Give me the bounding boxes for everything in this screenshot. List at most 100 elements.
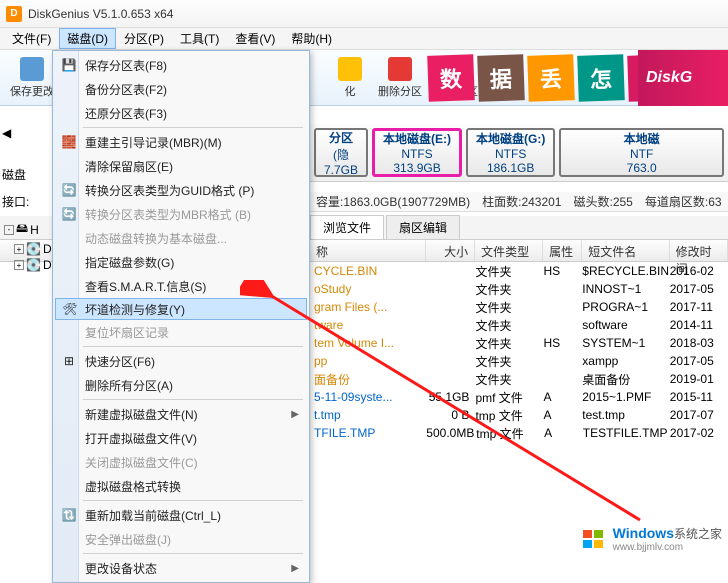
col-short[interactable]: 短文件名 bbox=[582, 240, 669, 261]
titlebar: D DiskGenius V5.1.0.653 x64 bbox=[0, 0, 728, 28]
toolbar-format[interactable]: 化 bbox=[328, 55, 372, 101]
menu-item-icon bbox=[61, 377, 77, 393]
menu-item: 安全弹出磁盘(J) bbox=[55, 527, 307, 551]
menu-item-label: 更改设备状态 bbox=[85, 560, 157, 577]
menu-item-icon bbox=[61, 81, 77, 97]
menu-item: 关闭虚拟磁盘文件(C) bbox=[55, 450, 307, 474]
menu-item[interactable]: 更改设备状态 ▶ bbox=[55, 556, 307, 580]
menu-item-label: 动态磁盘转换为基本磁盘... bbox=[85, 230, 227, 247]
menu-item-icon: 💾 bbox=[61, 57, 77, 73]
menu-view[interactable]: 查看(V) bbox=[227, 28, 283, 49]
menu-item-label: 复位坏扇区记录 bbox=[85, 324, 169, 341]
col-attr[interactable]: 属性 bbox=[543, 240, 582, 261]
menu-item-label: 查看S.M.A.R.T.信息(S) bbox=[85, 278, 206, 295]
partition-hidden[interactable]: 分区 (隐 7.7GB bbox=[314, 128, 368, 177]
menu-item-icon bbox=[61, 158, 77, 174]
tree-d1[interactable]: +💽 D bbox=[4, 241, 56, 257]
col-time[interactable]: 修改时间 bbox=[670, 240, 728, 261]
partition-e[interactable]: 本地磁盘(E:) NTFS 313.9GB bbox=[372, 128, 462, 177]
menu-item-icon: 🔄 bbox=[61, 182, 77, 198]
tree-d2[interactable]: +💽 D bbox=[4, 257, 56, 273]
menu-item-label: 删除所有分区(A) bbox=[85, 377, 173, 394]
menu-item[interactable]: 虚拟磁盘格式转换 bbox=[55, 474, 307, 498]
toolbar-delete-partition[interactable]: 删除分区 bbox=[372, 55, 428, 101]
file-row[interactable]: CYCLE.BIN文件夹HS$RECYCLE.BIN2016-02 bbox=[310, 262, 728, 280]
menu-item[interactable]: 新建虚拟磁盘文件(N) ▶ bbox=[55, 402, 307, 426]
menu-item-label: 转换分区表类型为GUID格式 (P) bbox=[85, 182, 254, 199]
menu-item-label: 保存分区表(F8) bbox=[85, 57, 167, 74]
file-list: CYCLE.BIN文件夹HS$RECYCLE.BIN2016-02oStudy文… bbox=[310, 262, 728, 557]
menu-disk[interactable]: 磁盘(D) bbox=[59, 28, 116, 49]
menu-file[interactable]: 文件(F) bbox=[4, 28, 59, 49]
menu-item-icon: 🔄 bbox=[61, 206, 77, 222]
menu-item[interactable]: 🔄 转换分区表类型为GUID格式 (P) bbox=[55, 178, 307, 202]
submenu-arrow-icon: ▶ bbox=[291, 409, 299, 420]
tree-root[interactable]: -🖴 H bbox=[4, 218, 56, 241]
file-row[interactable]: pp文件夹xampp2017-05 bbox=[310, 352, 728, 370]
partition-bar: 分区 (隐 7.7GB 本地磁盘(E:) NTFS 313.9GB 本地磁盘(G… bbox=[310, 124, 728, 182]
menu-item-label: 坏道检测与修复(Y) bbox=[85, 301, 185, 318]
menu-item-icon: ⊞ bbox=[61, 353, 77, 369]
menu-item[interactable]: 还原分区表(F3) bbox=[55, 101, 307, 125]
scroll-left-icon[interactable]: ◀ bbox=[2, 126, 54, 140]
menu-item-icon: 🔃 bbox=[61, 507, 77, 523]
menu-item[interactable]: 指定磁盘参数(G) bbox=[55, 250, 307, 274]
menu-item[interactable]: 备份分区表(F2) bbox=[55, 77, 307, 101]
disk-menu: 💾 保存分区表(F8) 备份分区表(F2) 还原分区表(F3) 🧱 重建主引导记录(MBR… bbox=[52, 50, 310, 583]
tab-sector[interactable]: 扇区编辑 bbox=[386, 215, 460, 239]
left-gutter: ◀ 磁盘 接口: bbox=[0, 106, 56, 216]
delete-icon bbox=[388, 57, 412, 81]
window-title: DiskGenius V5.1.0.653 x64 bbox=[28, 7, 173, 21]
menu-item-icon bbox=[61, 560, 77, 576]
menu-item-icon: 🧱 bbox=[61, 134, 77, 150]
menu-item-icon bbox=[61, 278, 77, 294]
menu-item-label: 打开虚拟磁盘文件(V) bbox=[85, 430, 197, 447]
menu-item-icon bbox=[61, 105, 77, 121]
menu-item[interactable]: 删除所有分区(A) bbox=[55, 373, 307, 397]
submenu-arrow-icon: ▶ bbox=[291, 563, 299, 574]
watermark: Windows系统之家 www.bjjmlv.com bbox=[579, 525, 722, 553]
menubar: 文件(F) 磁盘(D) 分区(P) 工具(T) 查看(V) 帮助(H) bbox=[0, 28, 728, 50]
menu-item-icon bbox=[61, 230, 77, 246]
menu-item: 动态磁盘转换为基本磁盘... bbox=[55, 226, 307, 250]
col-type[interactable]: 文件类型 bbox=[475, 240, 543, 261]
disk-info: 容量:1863.0GB(1907729MB) 柱面数:243201 磁头数:25… bbox=[310, 192, 728, 212]
col-size[interactable]: 大小 bbox=[426, 240, 475, 261]
menu-help[interactable]: 帮助(H) bbox=[283, 28, 340, 49]
menu-item[interactable]: 🔃重新加载当前磁盘(Ctrl_L) bbox=[55, 503, 307, 527]
tab-browse[interactable]: 浏览文件 bbox=[310, 215, 384, 239]
menu-item-label: 备份分区表(F2) bbox=[85, 81, 167, 98]
menu-item[interactable]: 打开虚拟磁盘文件(V) bbox=[55, 426, 307, 450]
menu-item[interactable]: 清除保留扇区(E) bbox=[55, 154, 307, 178]
menu-item[interactable]: 💾 保存分区表(F8) bbox=[55, 53, 307, 77]
file-row[interactable]: tware文件夹software2014-11 bbox=[310, 316, 728, 334]
menu-item-label: 重建主引导记录(MBR)(M) bbox=[85, 134, 222, 151]
file-row[interactable]: 5-11-09syste...55.1GBpmf 文件A2015~1.PMF20… bbox=[310, 388, 728, 406]
menu-item: 复位坏扇区记录 bbox=[55, 320, 307, 344]
tree: -🖴 H +💽 D +💽 D bbox=[4, 218, 56, 273]
file-row[interactable]: oStudy文件夹INNOST~12017-05 bbox=[310, 280, 728, 298]
menu-item-label: 关闭虚拟磁盘文件(C) bbox=[85, 454, 198, 471]
file-row[interactable]: TFILE.TMP500.0MBtmp 文件ATESTFILE.TMP2017-… bbox=[310, 424, 728, 442]
menu-item-label: 清除保留扇区(E) bbox=[85, 158, 173, 175]
partition-last[interactable]: 本地磁 NTF 763.0 bbox=[559, 128, 724, 177]
menu-item[interactable]: 🛠坏道检测与修复(Y) bbox=[55, 298, 307, 320]
menu-item[interactable]: 查看S.M.A.R.T.信息(S) bbox=[55, 274, 307, 298]
windows-logo-icon bbox=[579, 527, 607, 551]
menu-item-label: 新建虚拟磁盘文件(N) bbox=[85, 406, 198, 423]
menu-item-icon bbox=[61, 531, 77, 547]
menu-item-icon bbox=[61, 254, 77, 270]
file-row[interactable]: gram Files (...文件夹PROGRA~12017-11 bbox=[310, 298, 728, 316]
col-name[interactable]: 称 bbox=[310, 240, 426, 261]
menu-item[interactable]: 🧱 重建主引导记录(MBR)(M) bbox=[55, 130, 307, 154]
save-icon bbox=[20, 57, 44, 81]
file-row[interactable]: t.tmp0 Btmp 文件Atest.tmp2017-07 bbox=[310, 406, 728, 424]
partition-g[interactable]: 本地磁盘(G:) NTFS 186.1GB bbox=[466, 128, 555, 177]
file-row[interactable]: 面备份文件夹桌面备份2019-01 bbox=[310, 370, 728, 388]
brand-banner: DiskG bbox=[638, 50, 728, 106]
menu-tools[interactable]: 工具(T) bbox=[172, 28, 227, 49]
file-row[interactable]: tem Volume I...文件夹HSSYSTEM~12018-03 bbox=[310, 334, 728, 352]
menu-item[interactable]: ⊞快速分区(F6) bbox=[55, 349, 307, 373]
menu-partition[interactable]: 分区(P) bbox=[116, 28, 172, 49]
menu-item-label: 转换分区表类型为MBR格式 (B) bbox=[85, 206, 251, 223]
